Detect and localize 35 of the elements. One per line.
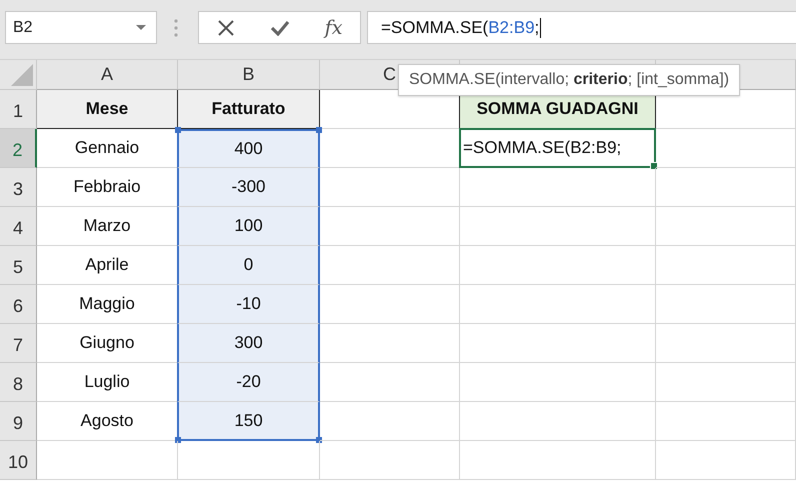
table-cell: 300 [177,324,320,363]
column-header[interactable]: B [178,60,320,90]
fill-handle[interactable] [650,162,658,170]
row-header[interactable]: 2 [0,129,37,168]
column-header[interactable]: A [37,60,178,90]
row-header[interactable]: 10 [0,441,37,480]
row-header[interactable]: 7 [0,324,37,363]
table-cell: 400 [177,129,320,168]
name-box[interactable]: B2 [5,11,157,44]
table-cell: 100 [177,207,320,246]
table-cell: =SOMMA.SE(B2:B9; [459,128,656,168]
table-cell: 0 [177,246,320,285]
table-cell: -20 [177,363,320,402]
selection-handle[interactable] [316,127,322,133]
cancel-icon[interactable] [216,18,235,36]
selection-handle[interactable] [175,127,181,133]
row-header[interactable]: 6 [0,285,37,324]
row-header[interactable]: 1 [0,90,37,129]
table-cell: 150 [177,402,320,441]
row-header[interactable]: 3 [0,168,37,207]
table-cell: Mese [37,90,178,129]
table-cell: -300 [177,168,320,207]
selection-handle[interactable] [175,437,181,443]
checkmark-icon[interactable] [270,20,290,36]
drag-handle-icon [174,18,178,38]
row-header[interactable]: 5 [0,246,37,285]
function-tooltip: SOMMA.SE(intervallo; criterio; [int_somma]) [398,64,740,96]
table-cell: -10 [177,285,320,324]
row-header[interactable]: 9 [0,402,37,441]
insert-function-button[interactable]: fx [324,16,342,38]
row-header[interactable]: 8 [0,363,37,402]
dropdown-caret-icon[interactable] [136,24,146,30]
table-cell: Fatturato [178,90,320,129]
row-header[interactable]: 4 [0,207,37,246]
formula-bar[interactable]: =SOMMA.SE(B2:B9; [367,11,796,44]
